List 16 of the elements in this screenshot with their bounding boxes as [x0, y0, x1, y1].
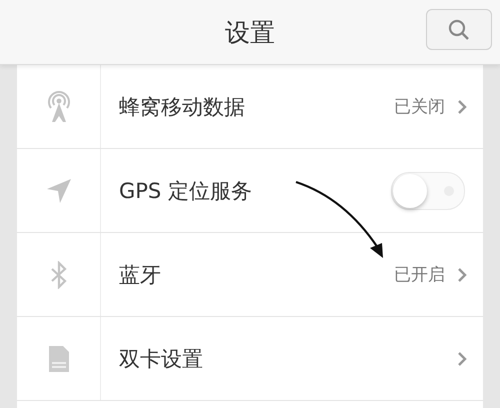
search-button[interactable]: [426, 9, 492, 50]
toggle-switch[interactable]: [391, 172, 465, 210]
search-icon: [448, 18, 470, 40]
chevron-icon: [457, 350, 467, 366]
setting-value: 已开启: [394, 264, 445, 286]
chevron-icon: [457, 98, 467, 114]
setting-label[interactable]: GPS 定位服务: [119, 176, 391, 204]
sim-card-icon: [48, 344, 70, 372]
page-title: 设置: [225, 16, 275, 48]
setting-label[interactable]: 双卡设置: [119, 344, 457, 372]
setting-label[interactable]: 蓝牙: [119, 260, 394, 288]
setting-value: 已关闭: [394, 96, 445, 118]
bluetooth-icon: [50, 260, 68, 288]
navigation-arrow-icon: [46, 178, 72, 204]
setting-label[interactable]: 蜂窝移动数据: [119, 92, 394, 120]
chevron-icon: [457, 266, 467, 282]
